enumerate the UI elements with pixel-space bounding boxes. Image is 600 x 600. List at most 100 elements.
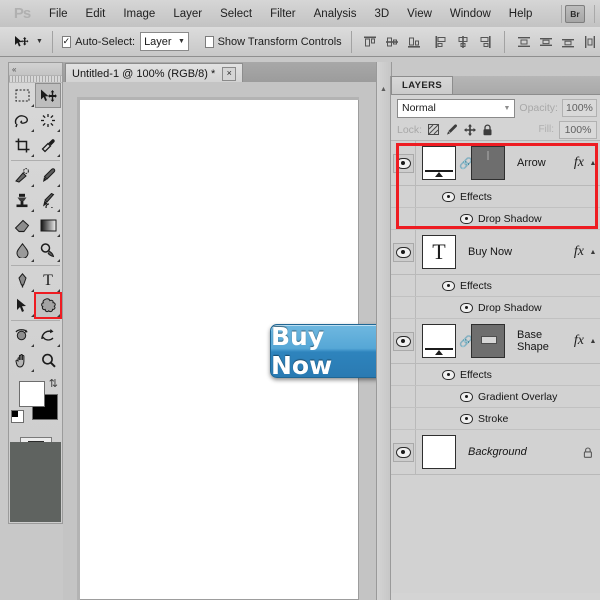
launch-bridge-button[interactable]: Br [565, 4, 585, 23]
eye-icon[interactable] [460, 302, 473, 313]
eye-icon[interactable] [442, 280, 455, 291]
layer-effects-group-buy-now[interactable]: Effects [391, 275, 600, 297]
current-tool-preset-button[interactable]: ▼ [14, 35, 43, 49]
layer-visibility-toggle-base-shape[interactable] [391, 319, 416, 363]
menu-item-analysis[interactable]: Analysis [305, 5, 366, 23]
layer-name-arrow[interactable]: Arrow [505, 157, 574, 169]
fill-value[interactable]: 100% [559, 120, 597, 139]
menu-item-layer[interactable]: Layer [164, 5, 211, 23]
distribute-bottom-edges-icon[interactable] [558, 32, 578, 52]
close-icon[interactable]: × [222, 66, 237, 81]
menu-item-image[interactable]: Image [114, 5, 164, 23]
tab-layers[interactable]: LAYERS [391, 76, 454, 94]
tool-move[interactable] [35, 83, 61, 108]
tool-clone-stamp[interactable] [9, 188, 35, 213]
swap-colors-icon[interactable]: ⇅ [49, 377, 58, 390]
tool-rectangular-marquee[interactable] [9, 83, 35, 108]
distribute-vertical-centers-icon[interactable] [536, 32, 556, 52]
menu-item-filter[interactable]: Filter [261, 5, 305, 23]
distribute-top-edges-icon[interactable] [514, 32, 534, 52]
tool-zoom[interactable] [35, 348, 61, 373]
tool-path-selection[interactable] [9, 293, 35, 318]
align-vertical-centers-icon[interactable] [382, 32, 402, 52]
layer-vector-mask-thumbnail[interactable] [422, 324, 456, 358]
layer-shape-thumbnail[interactable] [471, 146, 505, 180]
tool-lasso[interactable] [9, 108, 35, 133]
tool-spot-healing-brush[interactable] [9, 163, 35, 188]
tool-custom-shape[interactable] [34, 292, 62, 319]
layer-row-base-shape[interactable]: 🔗 Base Shape fx ▲ [391, 319, 600, 364]
link-icon[interactable]: 🔗 [459, 157, 473, 170]
lock-position-icon[interactable] [463, 123, 476, 136]
default-colors-icon[interactable] [11, 410, 24, 423]
opacity-value[interactable]: 100% [561, 99, 597, 117]
layer-expand-chevron-up-icon[interactable]: ▲ [588, 160, 600, 167]
menu-item-3d[interactable]: 3D [365, 5, 398, 23]
tool-horizontal-type[interactable]: T [35, 268, 61, 293]
tool-history-brush[interactable] [35, 188, 61, 213]
link-icon[interactable]: 🔗 [459, 335, 473, 348]
layer-expand-chevron-up-icon[interactable]: ▲ [588, 338, 600, 345]
tool-eyedropper[interactable] [35, 133, 61, 158]
layer-vector-mask-thumbnail[interactable] [422, 146, 456, 180]
eye-icon[interactable] [460, 213, 473, 224]
layer-row-background[interactable]: Background [391, 430, 600, 475]
menu-item-view[interactable]: View [398, 5, 441, 23]
menu-item-edit[interactable]: Edit [77, 5, 115, 23]
tool-gradient[interactable] [35, 213, 61, 238]
eye-icon[interactable] [442, 191, 455, 202]
tool-3d-object-rotate[interactable] [9, 323, 35, 348]
tool-crop[interactable] [9, 133, 35, 158]
tools-panel-collapse-handle[interactable]: « [9, 63, 62, 76]
layer-effect-drop-shadow-arrow[interactable]: Drop Shadow [391, 208, 600, 230]
layer-effect-drop-shadow-buy-now[interactable]: Drop Shadow [391, 297, 600, 319]
show-transform-controls-checkbox[interactable] [204, 35, 214, 48]
eye-icon[interactable] [442, 369, 455, 380]
tool-3d-camera-rotate[interactable] [35, 323, 61, 348]
layer-effects-group-arrow[interactable]: Effects [391, 186, 600, 208]
menu-item-window[interactable]: Window [441, 5, 500, 23]
document-tab[interactable]: Untitled-1 @ 100% (RGB/8) * × [65, 63, 244, 83]
document-canvas-area[interactable]: Buy Now ❯ [63, 82, 420, 600]
layer-visibility-toggle-buy-now[interactable] [391, 230, 416, 274]
eye-icon[interactable] [460, 391, 473, 402]
layer-name-buy-now[interactable]: Buy Now [456, 246, 574, 258]
layer-text-thumbnail[interactable]: T [422, 235, 456, 269]
align-left-edges-icon[interactable] [431, 32, 451, 52]
layer-shape-thumbnail[interactable] [471, 324, 505, 358]
align-top-edges-icon[interactable] [360, 32, 380, 52]
layer-effect-gradient-overlay[interactable]: Gradient Overlay [391, 386, 600, 408]
tool-brush[interactable] [35, 163, 61, 188]
layer-row-buy-now[interactable]: T Buy Now fx ▲ [391, 230, 600, 275]
layer-visibility-toggle-background[interactable] [391, 430, 416, 474]
tool-dodge[interactable] [35, 238, 61, 263]
tool-blur[interactable] [9, 238, 35, 263]
layer-effects-fx-icon[interactable]: fx [574, 155, 588, 171]
eye-icon[interactable] [460, 413, 473, 424]
layer-name-background[interactable]: Background [456, 446, 583, 458]
align-right-edges-icon[interactable] [475, 32, 495, 52]
auto-select-checkbox[interactable]: ✓ [61, 35, 72, 48]
distribute-left-edges-icon[interactable] [580, 32, 600, 52]
scroll-up-icon[interactable]: ▲ [380, 86, 387, 93]
layer-row-arrow[interactable]: 🔗 Arrow fx ▲ [391, 141, 600, 186]
layer-image-thumbnail[interactable] [422, 435, 456, 469]
layer-effects-fx-icon[interactable]: fx [574, 244, 588, 260]
tools-panel-drag-grip[interactable] [9, 76, 62, 83]
lock-transparent-pixels-icon[interactable] [427, 123, 440, 136]
menu-item-select[interactable]: Select [211, 5, 261, 23]
tool-hand[interactable] [9, 348, 35, 373]
align-bottom-edges-icon[interactable] [404, 32, 424, 52]
tool-quick-selection[interactable] [35, 108, 61, 133]
menu-item-file[interactable]: File [40, 5, 77, 23]
layer-effects-group-base-shape[interactable]: Effects [391, 364, 600, 386]
layer-effects-fx-icon[interactable]: fx [574, 333, 588, 349]
lock-image-pixels-icon[interactable] [445, 123, 458, 136]
layer-visibility-toggle-arrow[interactable] [391, 141, 416, 185]
menu-item-help[interactable]: Help [500, 5, 542, 23]
layer-effect-stroke[interactable]: Stroke [391, 408, 600, 430]
tool-eraser[interactable] [9, 213, 35, 238]
layer-expand-chevron-up-icon[interactable]: ▲ [588, 249, 600, 256]
auto-select-scope-select[interactable]: Layer ▼ [140, 32, 189, 51]
tool-pen[interactable] [9, 268, 35, 293]
